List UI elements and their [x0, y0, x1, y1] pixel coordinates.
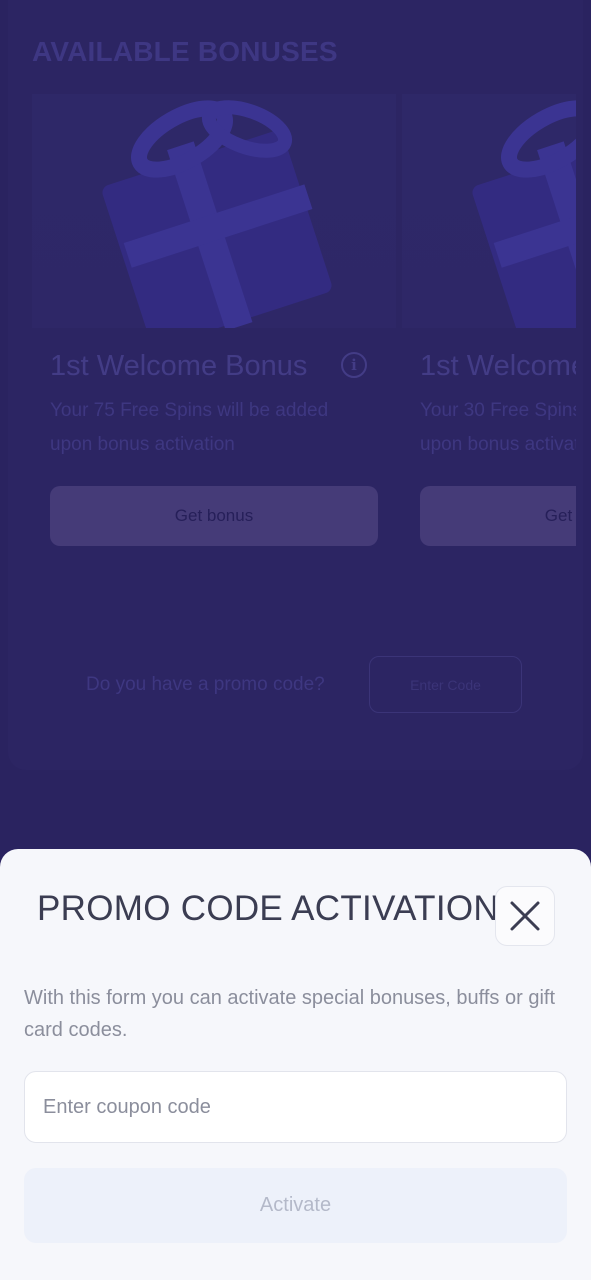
- bonus-carousel[interactable]: 1st Welcome Bonus i Your 75 Free Spins w…: [32, 94, 576, 564]
- get-bonus-button[interactable]: Get bonus: [50, 486, 378, 546]
- enter-code-button[interactable]: Enter Code: [369, 656, 522, 713]
- info-icon[interactable]: i: [341, 352, 367, 378]
- bonus-description: Your 75 Free Spins will be added upon bo…: [50, 394, 380, 462]
- sheet-title: PROMO CODE ACTIVATION: [37, 889, 499, 928]
- gift-box-image: [402, 94, 576, 328]
- sheet-description: With this form you can activate special …: [24, 987, 555, 1041]
- bonuses-panel: AVAILABLE BONUSES 1st Welcome Bonus i Yo…: [8, 0, 583, 770]
- activate-button[interactable]: Activate: [24, 1168, 567, 1243]
- promo-code-sheet: PROMO CODE ACTIVATION With this form you…: [0, 849, 591, 1280]
- bonus-card: 1st Welcome Bonus Your 30 Free Spins wil…: [402, 94, 576, 564]
- gift-box-image: [32, 94, 396, 328]
- close-icon: [510, 901, 540, 931]
- promo-code-question: Do you have a promo code?: [86, 674, 325, 695]
- bonus-description-line: upon bonus activation: [50, 434, 235, 455]
- bonus-title: 1st Welcome Bonus: [420, 350, 576, 382]
- coupon-code-input[interactable]: [24, 1071, 567, 1143]
- page-title: AVAILABLE BONUSES: [32, 36, 338, 67]
- bonus-card: 1st Welcome Bonus i Your 75 Free Spins w…: [32, 94, 396, 564]
- bonus-description-line: upon bonus activation: [420, 434, 576, 455]
- bonus-description-line: Your 30 Free Spins will be added: [420, 400, 576, 421]
- bonus-title: 1st Welcome Bonus: [50, 350, 308, 382]
- bonus-description: Your 30 Free Spins will be added upon bo…: [420, 394, 576, 462]
- close-button[interactable]: [495, 886, 555, 946]
- bonus-description-line: Your 75 Free Spins will be added: [50, 400, 329, 421]
- get-bonus-button[interactable]: Get bonus: [420, 486, 576, 546]
